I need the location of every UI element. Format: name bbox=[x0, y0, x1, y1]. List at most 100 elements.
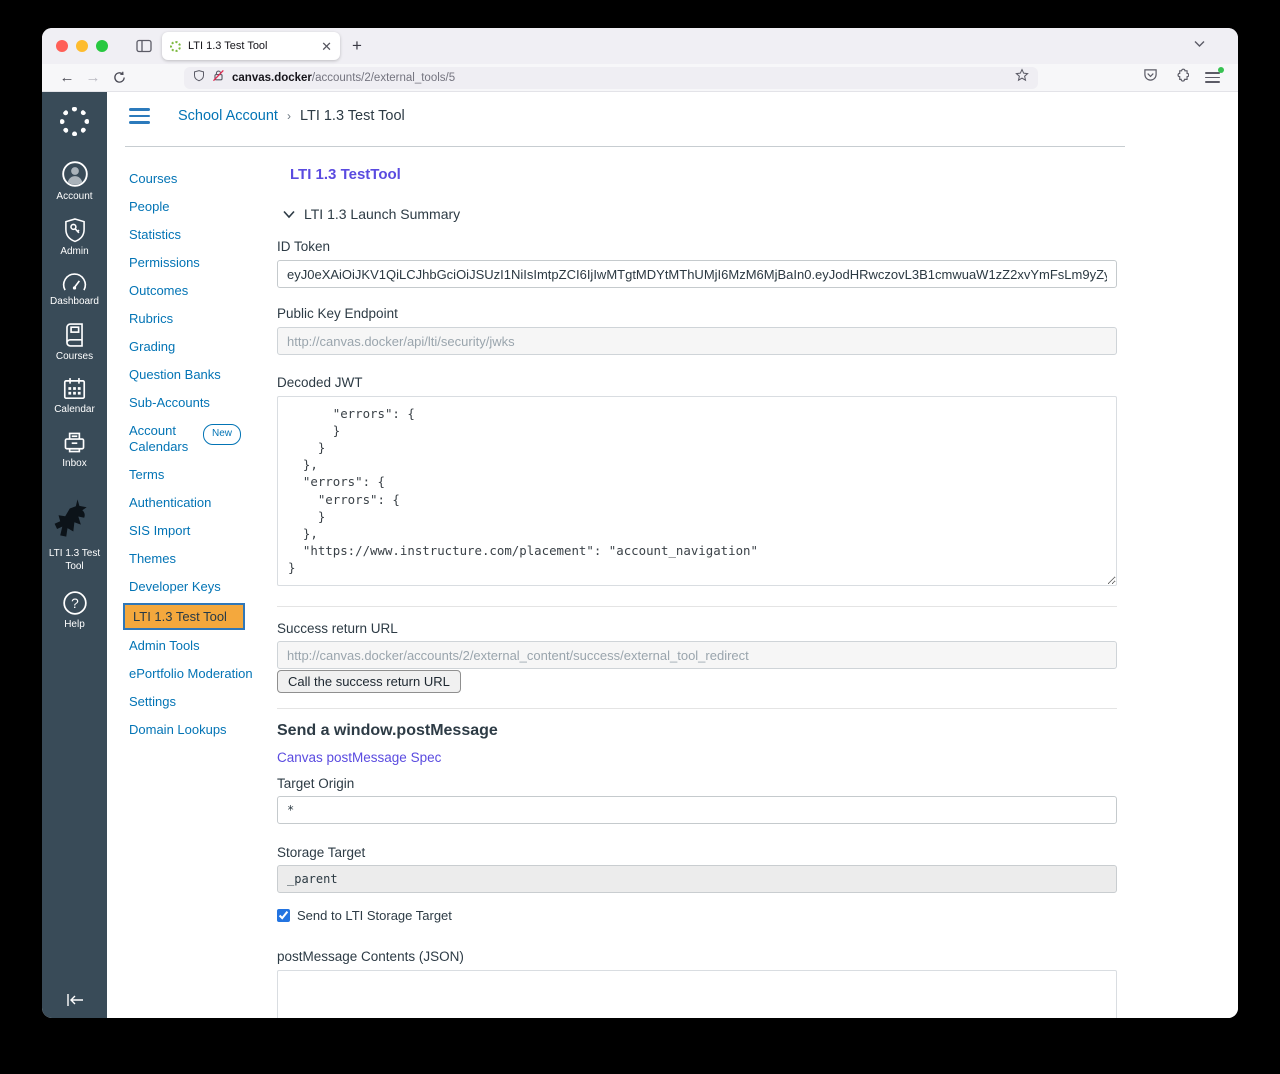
help-icon: ? bbox=[62, 591, 87, 615]
public-key-input[interactable] bbox=[277, 327, 1117, 355]
back-button[interactable]: ← bbox=[54, 69, 80, 86]
close-window-button[interactable] bbox=[56, 40, 68, 52]
nav-item-question-banks[interactable]: Question Banks bbox=[129, 361, 257, 389]
url-bar[interactable]: canvas.docker/accounts/2/external_tools/… bbox=[184, 66, 1038, 89]
post-message-spec-link[interactable]: Canvas postMessage Spec bbox=[277, 750, 441, 765]
nav-item-developer-keys[interactable]: Developer Keys bbox=[129, 573, 257, 601]
nav-item-rubrics[interactable]: Rubrics bbox=[129, 305, 257, 333]
unicorn-icon bbox=[54, 499, 87, 537]
url-toolbar: ← → canvas.docker/accounts/2/external_to… bbox=[42, 64, 1238, 92]
zoom-window-button[interactable] bbox=[96, 40, 108, 52]
svg-text:?: ? bbox=[71, 596, 79, 611]
gnav-label: Dashboard bbox=[50, 296, 99, 307]
canvas-logo-icon[interactable] bbox=[60, 107, 89, 136]
launch-summary-toggle[interactable]: LTI 1.3 Launch Summary bbox=[282, 206, 1117, 222]
checkbox-label: Send to LTI Storage Target bbox=[297, 908, 452, 923]
target-origin-label: Target Origin bbox=[277, 776, 355, 791]
nav-item-eportfolio-moderation[interactable]: ePortfolio Moderation bbox=[129, 660, 257, 688]
post-message-contents-textarea[interactable] bbox=[277, 970, 1117, 1018]
gnav-label: LTI 1.3 Test Tool bbox=[48, 548, 101, 572]
nav-item-lti-test-tool[interactable]: LTI 1.3 Test Tool bbox=[123, 602, 245, 630]
storage-target-checkbox-row: Send to LTI Storage Target bbox=[277, 908, 1117, 923]
tracking-shield-icon[interactable] bbox=[193, 69, 205, 87]
sidebar-item-calendar[interactable]: Calendar bbox=[43, 376, 107, 417]
account-nav: Courses People Statistics Permissions Ou… bbox=[123, 165, 257, 744]
nav-item-courses[interactable]: Courses bbox=[129, 165, 257, 193]
breadcrumb: School Account › LTI 1.3 Test Tool bbox=[178, 108, 405, 124]
gnav-label: Help bbox=[64, 619, 85, 630]
id-token-input[interactable] bbox=[277, 260, 1117, 288]
sidebar-item-dashboard[interactable]: Dashboard bbox=[43, 271, 107, 309]
sidebar-item-courses[interactable]: Courses bbox=[43, 322, 107, 364]
breadcrumb-separator: › bbox=[286, 109, 291, 123]
sidebar-item-help[interactable]: ? Help bbox=[43, 590, 107, 632]
storage-target-label: Storage Target bbox=[277, 845, 366, 860]
decoded-jwt-textarea[interactable]: "errors": { } } }, "errors": { "errors":… bbox=[277, 396, 1117, 586]
tab-list-chevron-icon[interactable] bbox=[1193, 40, 1206, 48]
success-url-input[interactable] bbox=[277, 641, 1117, 669]
dashboard-icon bbox=[62, 273, 87, 291]
sidebar-item-admin[interactable]: Admin bbox=[43, 217, 107, 259]
gnav-label: Inbox bbox=[62, 457, 87, 469]
nav-item-people[interactable]: People bbox=[129, 193, 257, 221]
global-nav-sidebar: Account Admin Dashboard Courses Calendar bbox=[42, 92, 107, 1018]
storage-target-input[interactable] bbox=[277, 865, 1117, 893]
post-message-heading: Send a window.postMessage bbox=[277, 722, 498, 739]
collapse-sidebar-button[interactable] bbox=[42, 992, 107, 1008]
bookmark-star-icon[interactable] bbox=[1015, 68, 1029, 87]
account-icon bbox=[61, 161, 88, 187]
sidebar-item-account[interactable]: Account bbox=[43, 160, 107, 204]
launch-summary-label: LTI 1.3 Launch Summary bbox=[304, 206, 461, 222]
minimize-window-button[interactable] bbox=[76, 40, 88, 52]
sidebar-item-lti-tool[interactable]: LTI 1.3 Test Tool bbox=[43, 495, 107, 573]
call-success-url-button[interactable]: Call the success return URL bbox=[277, 670, 461, 693]
new-badge: New bbox=[203, 424, 242, 445]
nav-item-settings[interactable]: Settings bbox=[129, 688, 257, 716]
target-origin-input[interactable] bbox=[277, 796, 1117, 824]
sidebar-item-inbox[interactable]: Inbox bbox=[43, 430, 107, 471]
nav-item-sis-import[interactable]: SIS Import bbox=[129, 517, 257, 545]
extensions-puzzle-icon[interactable] bbox=[1174, 68, 1190, 88]
breadcrumb-school-account[interactable]: School Account bbox=[178, 108, 278, 124]
new-tab-button[interactable]: + bbox=[352, 36, 362, 56]
gnav-label: Calendar bbox=[54, 404, 95, 415]
courses-icon bbox=[66, 322, 83, 347]
forward-button[interactable]: → bbox=[80, 69, 106, 86]
breadcrumb-current: LTI 1.3 Test Tool bbox=[299, 108, 405, 124]
gnav-label: Admin bbox=[60, 245, 89, 257]
page-content: School Account › LTI 1.3 Test Tool Cours… bbox=[107, 92, 1238, 1018]
sidebar-toggle-icon[interactable] bbox=[136, 39, 152, 53]
update-dot bbox=[1218, 67, 1224, 74]
nav-item-authentication[interactable]: Authentication bbox=[129, 489, 257, 517]
send-to-storage-checkbox[interactable] bbox=[277, 909, 290, 922]
nav-item-admin-tools[interactable]: Admin Tools bbox=[129, 632, 257, 660]
url-text: canvas.docker/accounts/2/external_tools/… bbox=[232, 72, 455, 84]
decoded-jwt-label: Decoded JWT bbox=[277, 375, 363, 390]
page-title: LTI 1.3 TestTool bbox=[290, 166, 401, 183]
gnav-label: Courses bbox=[55, 350, 94, 362]
tool-content: LTI 1.3 TestTool LTI 1.3 Launch Summary … bbox=[277, 152, 1117, 1018]
nav-item-terms[interactable]: Terms bbox=[129, 461, 257, 489]
nav-label: Account Calendars bbox=[129, 423, 189, 454]
chevron-down-icon bbox=[283, 210, 295, 218]
nav-item-statistics[interactable]: Statistics bbox=[129, 221, 257, 249]
tab-bar: LTI 1.3 Test Tool ✕ + bbox=[42, 28, 1238, 64]
inbox-icon bbox=[64, 432, 85, 452]
insecure-lock-icon[interactable] bbox=[212, 69, 225, 87]
nav-item-sub-accounts[interactable]: Sub-Accounts bbox=[129, 389, 257, 417]
public-key-label: Public Key Endpoint bbox=[277, 306, 398, 321]
app-menu-icon[interactable] bbox=[1205, 67, 1224, 83]
nav-item-account-calendars[interactable]: Account Calendars New bbox=[129, 417, 257, 461]
tab-close-icon[interactable]: ✕ bbox=[321, 40, 332, 53]
browser-tab[interactable]: LTI 1.3 Test Tool ✕ bbox=[162, 32, 340, 60]
pocket-icon[interactable] bbox=[1143, 68, 1158, 87]
reload-button[interactable] bbox=[106, 71, 132, 84]
nav-item-permissions[interactable]: Permissions bbox=[129, 249, 257, 277]
nav-item-outcomes[interactable]: Outcomes bbox=[129, 277, 257, 305]
id-token-label: ID Token bbox=[277, 239, 331, 254]
nav-item-grading[interactable]: Grading bbox=[129, 333, 257, 361]
nav-item-themes[interactable]: Themes bbox=[129, 545, 257, 573]
course-nav-toggle-icon[interactable] bbox=[129, 108, 150, 124]
tab-favicon-icon bbox=[170, 40, 181, 52]
nav-item-domain-lookups[interactable]: Domain Lookups bbox=[129, 716, 257, 744]
